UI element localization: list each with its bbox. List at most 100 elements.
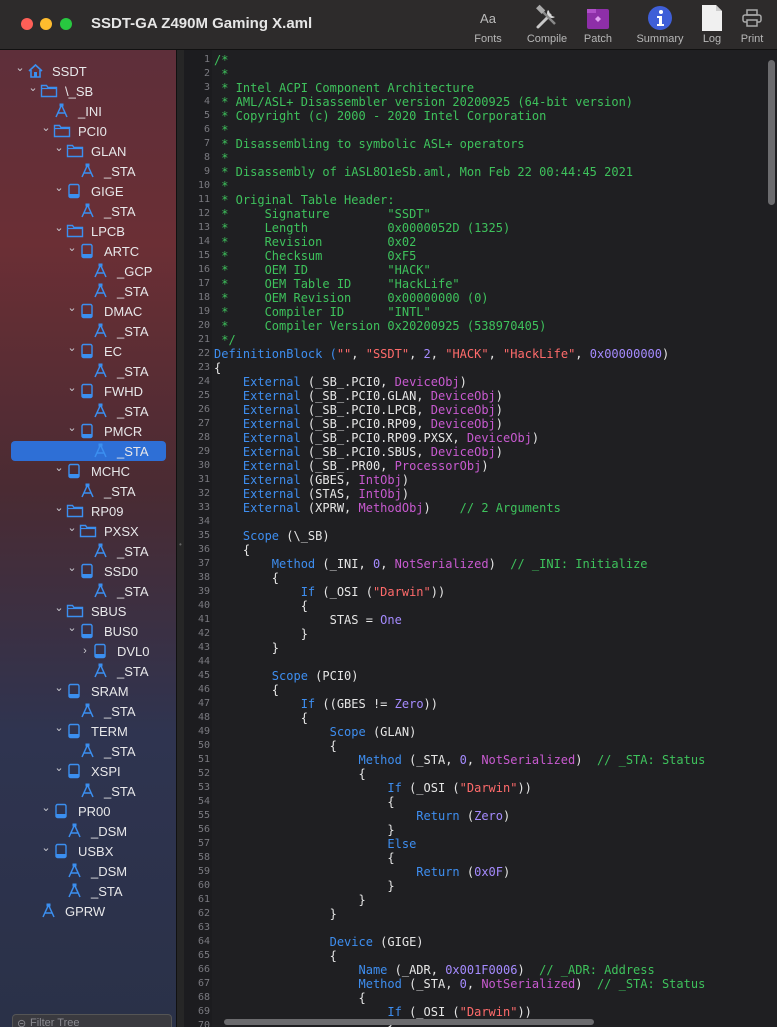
- tree-item[interactable]: _STA: [0, 481, 176, 501]
- tree-item[interactable]: _STA: [0, 701, 176, 721]
- tree-item[interactable]: _STA: [0, 401, 176, 421]
- tree-item[interactable]: ⌄ SSD0: [0, 561, 176, 581]
- tree-item[interactable]: ⌄ PMCR: [0, 421, 176, 441]
- chevron-down-icon[interactable]: ⌄: [54, 681, 64, 695]
- chevron-down-icon[interactable]: ⌄: [28, 81, 38, 95]
- horizontal-scrollbar[interactable]: [224, 1019, 594, 1025]
- tree-item[interactable]: _STA: [0, 201, 176, 221]
- tree-item[interactable]: _STA: [0, 361, 176, 381]
- tree-item[interactable]: ⌄ GIGE: [0, 181, 176, 201]
- code-token: * Original Table Header:: [214, 193, 395, 207]
- tree-item[interactable]: ⌄ \_SB: [0, 81, 176, 101]
- tree-item[interactable]: ⌄ BUS0: [0, 621, 176, 641]
- tree-item[interactable]: ⌄ USBX: [0, 841, 176, 861]
- code-token: ): [495, 417, 504, 431]
- tree-item-label: _STA: [117, 444, 149, 459]
- code-token: ): [575, 753, 597, 767]
- close-window-button[interactable]: [21, 18, 33, 30]
- tree-item[interactable]: _STA: [0, 661, 176, 681]
- device-icon: [79, 343, 96, 359]
- minimize-window-button[interactable]: [40, 18, 52, 30]
- chevron-down-icon[interactable]: ⌄: [54, 721, 64, 735]
- tree-item[interactable]: ⌄ TERM: [0, 721, 176, 741]
- tree-item[interactable]: _DSM: [0, 821, 176, 841]
- tree-item[interactable]: ⌄ RP09: [0, 501, 176, 521]
- vertical-scrollbar[interactable]: [768, 60, 775, 205]
- fonts-button[interactable]: Aa Fonts: [458, 4, 518, 48]
- chevron-down-icon[interactable]: ⌄: [67, 341, 77, 355]
- tree-item[interactable]: GPRW: [0, 901, 176, 921]
- code-text: {: [214, 795, 394, 809]
- chevron-down-icon[interactable]: ⌄: [67, 621, 77, 635]
- code-text: * Compiler ID "INTL": [214, 305, 431, 319]
- chevron-down-icon[interactable]: ⌄: [54, 501, 64, 515]
- chevron-down-icon[interactable]: ⌄: [67, 241, 77, 255]
- filter-tree-input[interactable]: ⊝ Filter Tree: [12, 1014, 172, 1027]
- tree-item[interactable]: _STA: [0, 881, 176, 901]
- code-token: External: [214, 375, 301, 389]
- tree-item-label: GIGE: [91, 184, 124, 199]
- tree-item[interactable]: _INI: [0, 101, 176, 121]
- code-text: * Disassembling to symbolic ASL+ operato…: [214, 137, 524, 151]
- chevron-down-icon[interactable]: ⌄: [67, 561, 77, 575]
- print-button[interactable]: Print: [722, 4, 777, 48]
- folder-icon: [53, 123, 71, 139]
- chevron-down-icon[interactable]: ⌄: [41, 841, 51, 855]
- chevron-down-icon[interactable]: ⌄: [67, 421, 77, 435]
- tree-item[interactable]: ⌄ SSDT: [0, 61, 176, 81]
- chevron-down-icon[interactable]: ⌄: [54, 461, 64, 475]
- chevron-down-icon[interactable]: ⌄: [54, 141, 64, 155]
- maximize-window-button[interactable]: [60, 18, 72, 30]
- tree-item[interactable]: ⌄ MCHC: [0, 461, 176, 481]
- tree-item[interactable]: ⌄ SBUS: [0, 601, 176, 621]
- chevron-down-icon[interactable]: ⌄: [54, 221, 64, 235]
- code-token: // _ADR: Address: [539, 963, 655, 977]
- tree-item-label: MCHC: [91, 464, 130, 479]
- tree-item[interactable]: ⌄ PCI0: [0, 121, 176, 141]
- code-token: (_SB_.PCI0.RP09,: [300, 417, 431, 431]
- chevron-down-icon[interactable]: ⌄: [41, 121, 51, 135]
- tree-item[interactable]: ⌄ EC: [0, 341, 176, 361]
- chevron-down-icon[interactable]: ⌄: [54, 601, 64, 615]
- sidebar-tree: ⌄ SSDT ⌄ \_SB _INI ⌄ PCI0 ⌄ GLAN _STA ⌄ GIGE _STA ⌄ LP…: [0, 50, 176, 1027]
- tree-item[interactable]: _STA: [0, 281, 176, 301]
- chevron-down-icon[interactable]: ⌄: [15, 61, 25, 75]
- tree-item[interactable]: _STA: [0, 741, 176, 761]
- tree-item[interactable]: ⌄ XSPI: [0, 761, 176, 781]
- tree-item[interactable]: ⌄ PR00: [0, 801, 176, 821]
- tree-item[interactable]: ⌄ DMAC: [0, 301, 176, 321]
- chevron-down-icon[interactable]: ⌄: [67, 301, 77, 315]
- tree-item[interactable]: ⌄ FWHD: [0, 381, 176, 401]
- tree-item[interactable]: ⌄ PXSX: [0, 521, 176, 541]
- code-text: Else: [214, 837, 416, 851]
- code-token: DeviceObj: [430, 445, 496, 459]
- chevron-down-icon[interactable]: ⌄: [41, 801, 51, 815]
- tree-item[interactable]: _STA: [0, 541, 176, 561]
- line-number: 48: [197, 712, 210, 723]
- tree-item[interactable]: _GCP: [0, 261, 176, 281]
- tree-item[interactable]: _DSM: [0, 861, 176, 881]
- chevron-down-icon[interactable]: ⌄: [67, 381, 77, 395]
- tree-item[interactable]: _STA: [0, 441, 176, 461]
- tree-item[interactable]: ⌄ ARTC: [0, 241, 176, 261]
- tree-item[interactable]: _STA: [0, 581, 176, 601]
- summary-button[interactable]: Summary: [630, 4, 690, 48]
- divider-grip-icon: •: [179, 540, 182, 549]
- code-token: DeviceObj: [466, 431, 532, 445]
- code-token: IntObj: [358, 473, 402, 487]
- tree-item[interactable]: ⌄ LPCB: [0, 221, 176, 241]
- code-editor[interactable]: 1 /* 2 * 3 * Intel ACPI Component Architec…: [184, 50, 777, 1027]
- tree-item[interactable]: _STA: [0, 321, 176, 341]
- tree-item[interactable]: ⌄ GLAN: [0, 141, 176, 161]
- code-text: * Signature "SSDT": [214, 207, 431, 221]
- tree-item[interactable]: _STA: [0, 781, 176, 801]
- tree-item[interactable]: _STA: [0, 161, 176, 181]
- chevron-down-icon[interactable]: ⌄: [54, 761, 64, 775]
- tree-item[interactable]: ⌄ SRAM: [0, 681, 176, 701]
- code-token: (_INI,: [315, 557, 373, 571]
- chevron-right-icon[interactable]: ›: [80, 644, 90, 658]
- chevron-down-icon[interactable]: ⌄: [67, 521, 77, 535]
- tree-item[interactable]: › DVL0: [0, 641, 176, 661]
- chevron-down-icon[interactable]: ⌄: [54, 181, 64, 195]
- patch-button[interactable]: Patch: [568, 4, 628, 48]
